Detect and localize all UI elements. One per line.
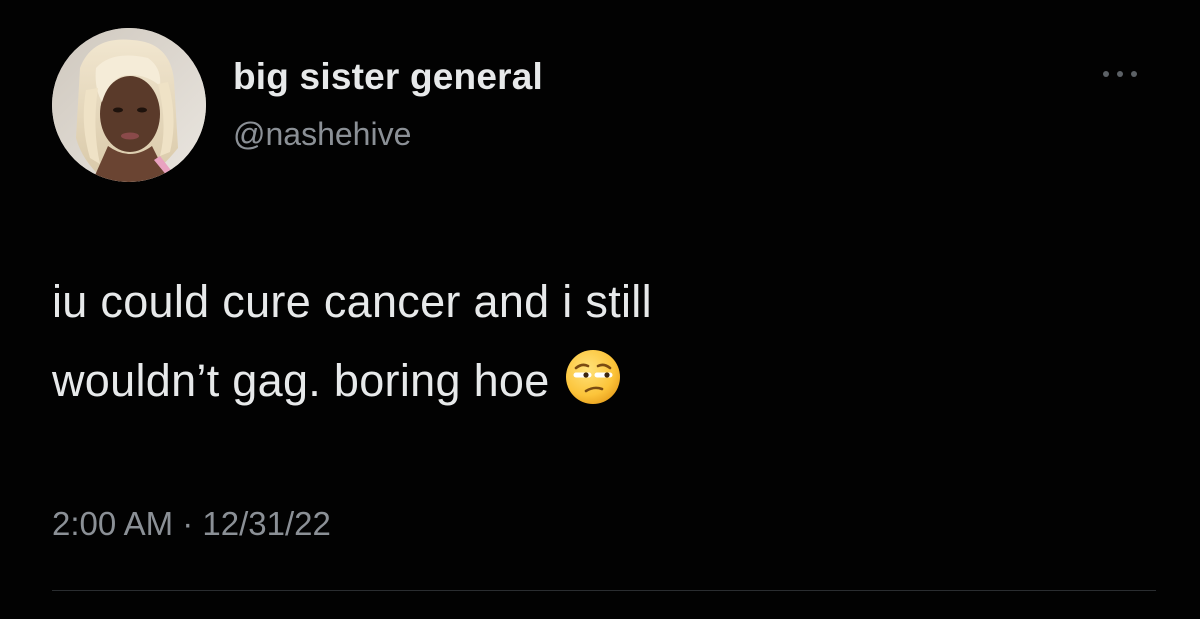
tweet-text-line: wouldn’t gag. boring hoe <box>52 355 550 406</box>
tweet-text: iu could cure cancer and i still wouldn’… <box>52 262 1152 420</box>
divider <box>52 590 1156 591</box>
tweet-text-line: iu could cure cancer and i still <box>52 276 652 327</box>
tweet-card: big sister general @nashehive iu could c… <box>0 0 1200 619</box>
author-avatar[interactable] <box>52 28 206 182</box>
author-display-name[interactable]: big sister general <box>233 56 543 98</box>
avatar-photo-icon <box>52 28 206 182</box>
unamused-face-emoji-icon <box>564 348 622 406</box>
author-handle[interactable]: @nashehive <box>233 116 411 153</box>
tweet-text-line-with-emoji: wouldn’t gag. boring hoe <box>52 341 1152 420</box>
more-options-button[interactable] <box>1096 60 1144 88</box>
more-options-icon <box>1103 71 1137 77</box>
tweet-timestamp[interactable]: 2:00 AM · 12/31/22 <box>52 505 331 543</box>
